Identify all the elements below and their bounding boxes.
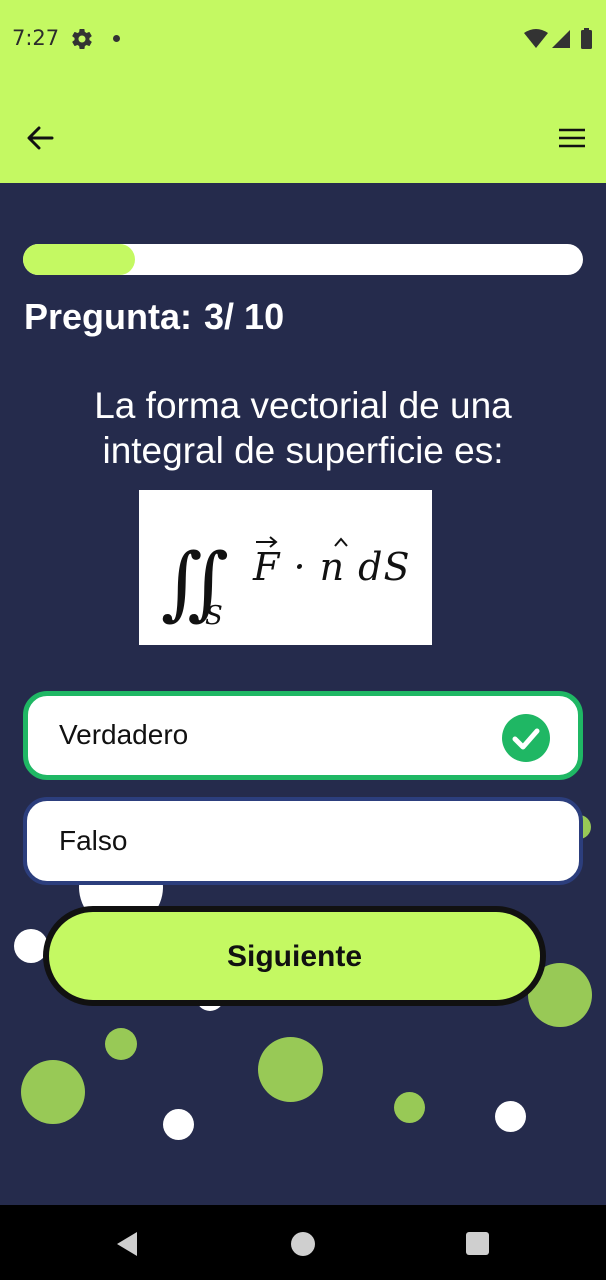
option-label: Verdadero (59, 719, 189, 750)
nav-back-icon[interactable] (115, 1231, 139, 1257)
nav-home-icon[interactable] (291, 1232, 315, 1256)
decor-bubble (394, 1092, 425, 1123)
formula-image: ∬ S F · n dS (139, 490, 432, 645)
status-time: 7:27 (12, 26, 60, 50)
question-counter-label: Pregunta: (24, 296, 193, 337)
progress-fill (23, 244, 135, 275)
cellular-signal-icon (552, 30, 570, 48)
decor-bubble (105, 1028, 137, 1060)
wifi-icon (524, 29, 548, 48)
check-circle-icon (502, 714, 550, 762)
formula-subscript: S (205, 601, 223, 631)
system-status-icons (524, 28, 592, 49)
next-button[interactable]: Siguiente (43, 906, 546, 1006)
battery-icon (581, 30, 592, 49)
question-counter-value: 3/ 10 (204, 296, 285, 337)
hamburger-menu-icon[interactable] (556, 122, 588, 154)
progress-bar (23, 244, 583, 275)
decor-bubble (21, 1060, 85, 1124)
option-label: Falso (59, 825, 128, 856)
option-verdadero[interactable]: Verdadero (23, 691, 583, 780)
arrow-left-icon[interactable] (22, 120, 58, 156)
option-falso[interactable]: Falso (23, 797, 583, 885)
settings-gear-icon (72, 29, 92, 50)
decor-bubble (495, 1101, 526, 1132)
formula-svg: ∬ S F · n dS (161, 536, 411, 631)
status-bar: 7:27 (0, 0, 606, 80)
formula-body: F · n dS (252, 545, 411, 589)
nav-recents-icon[interactable] (466, 1232, 489, 1255)
quiz-content: Pregunta: 3/ 10 La forma vectorial de una… (0, 183, 606, 1205)
next-button-label: Siguiente (226, 940, 362, 973)
question-text: La forma vectorial de una integral de su… (94, 385, 512, 471)
system-nav-bar (0, 1205, 606, 1280)
question-counter: Pregunta: 3/ 10 (24, 296, 296, 338)
notification-dot-icon (113, 35, 120, 42)
decor-bubble (258, 1037, 323, 1102)
decor-bubble (163, 1109, 194, 1140)
app-bar (0, 80, 606, 183)
